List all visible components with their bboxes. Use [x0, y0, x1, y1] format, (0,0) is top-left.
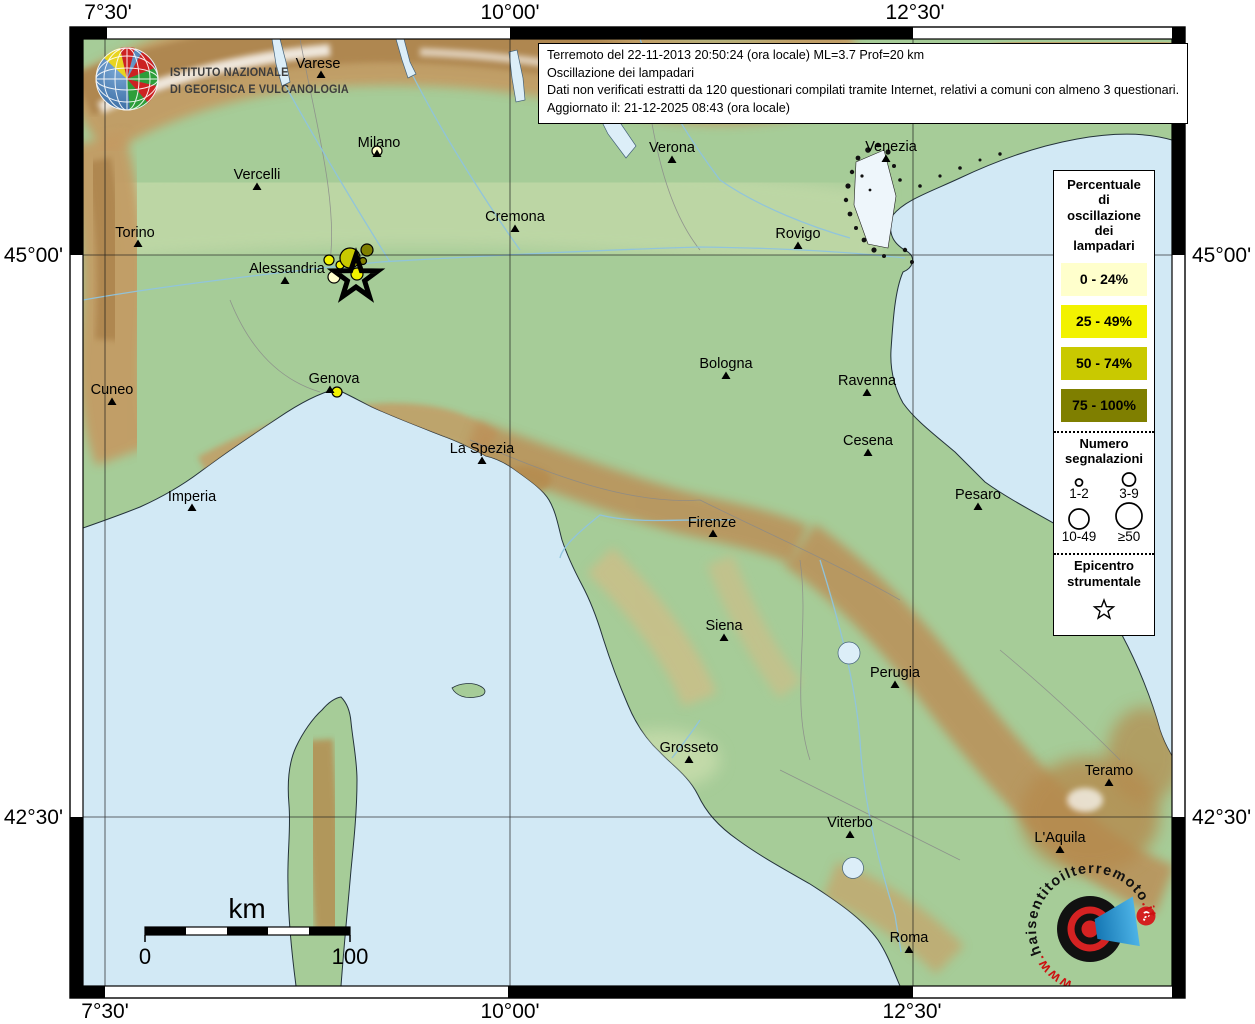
scale-end: 100 [332, 944, 369, 969]
city-label-viterbo: Viterbo [827, 815, 873, 831]
legend-signal-≥50: ≥50 [1104, 501, 1154, 544]
lat-label-left-1: 45°00' [0, 244, 63, 268]
city-label-genova: Genova [309, 371, 361, 387]
lon-label-top-3: 12°30' [860, 1, 970, 25]
lat-label-left-2: 42°30' [0, 806, 63, 830]
city-label-laquila: L'Aquila [1034, 830, 1086, 846]
scale-start: 0 [139, 944, 151, 969]
event-info-box: Terremoto del 22-11-2013 20:50:24 (ora l… [538, 43, 1188, 124]
signal-label: 1-2 [1054, 486, 1104, 501]
city-label-verona: Verona [649, 140, 696, 156]
city-label-bologna: Bologna [699, 356, 753, 372]
signal-label: 3-9 [1104, 486, 1154, 501]
signal-circle-icon [1109, 501, 1149, 531]
legend-divider-1 [1054, 431, 1154, 433]
legend-class-swatch-0: 0 - 24% [1061, 263, 1147, 296]
city-label-laspezia: La Spezia [450, 441, 515, 457]
map-content: VareseMilanoVeronaVeneziaVercelliCremona… [83, 39, 1183, 993]
event-info-line-1: Terremoto del 22-11-2013 20:50:24 (ora l… [547, 47, 1179, 65]
lon-label-bottom-3: 12°30' [857, 1000, 967, 1024]
city-label-teramo: Teramo [1085, 763, 1133, 779]
city-label-cremona: Cremona [485, 209, 546, 225]
observation-circle [361, 244, 373, 256]
lat-label-right-1: 45°00' [1192, 244, 1251, 268]
city-label-siena: Siena [705, 618, 743, 634]
legend-signals: 1-23-9 10-49≥50 [1054, 468, 1154, 544]
ingv-logo-text: ISTITUTO NAZIONALE DI GEOFISICA E VULCAN… [170, 65, 349, 98]
scale-unit: km [228, 893, 265, 924]
legend-signal-3-9: 3-9 [1104, 468, 1154, 501]
city-label-imperia: Imperia [168, 489, 217, 505]
event-info-line-4: Aggiornato il: 21-12-2025 08:43 (ora loc… [547, 100, 1179, 118]
legend-class-swatch-3: 75 - 100% [1061, 389, 1147, 422]
city-label-cesena: Cesena [843, 433, 894, 449]
legend-class-swatch-2: 50 - 74% [1061, 347, 1147, 380]
signal-circle-icon [1059, 501, 1099, 531]
legend-percent-title: Percentuale di oscillazione dei lampadar… [1054, 177, 1154, 254]
signal-circle-icon [1109, 468, 1149, 488]
city-label-rovigo: Rovigo [775, 226, 820, 242]
observation-circle [324, 255, 334, 265]
ingv-text-line-2: DI GEOFISICA E VULCANOLOGIA [170, 82, 349, 99]
city-label-vercelli: Vercelli [234, 167, 281, 183]
legend-signal-10-49: 10-49 [1054, 501, 1104, 544]
city-label-cuneo: Cuneo [91, 382, 134, 398]
city-label-torino: Torino [115, 225, 155, 241]
epicenter-star-icon [1089, 596, 1119, 622]
signal-circle-icon [1059, 468, 1099, 488]
city-label-pesaro: Pesaro [955, 487, 1001, 503]
legend-signals-title: Numero segnalazioni [1054, 436, 1154, 467]
city-label-grosseto: Grosseto [660, 740, 719, 756]
city-label-venezia: Venezia [865, 139, 918, 155]
legend-epicenter-star [1054, 596, 1154, 627]
legend-class-swatch-1: 25 - 49% [1061, 305, 1147, 338]
legend-epicenter-title: Epicentro strumentale [1054, 558, 1154, 589]
earthquake-map-page: VareseMilanoVeronaVeneziaVercelliCremona… [0, 0, 1255, 1024]
signal-label: ≥50 [1104, 529, 1154, 544]
city-label-ravenna: Ravenna [838, 373, 897, 389]
legend-classes: 0 - 24% 25 - 49% 50 - 74% 75 - 100% [1054, 263, 1154, 422]
lon-label-bottom-1: 7°30' [50, 1000, 160, 1024]
lon-label-top-2: 10°00' [455, 1, 565, 25]
ingv-globe-icon [96, 47, 158, 110]
city-label-milano: Milano [358, 135, 401, 151]
city-label-alessandria: Alessandria [249, 261, 326, 277]
lat-label-right-2: 42°30' [1192, 806, 1251, 830]
legend-signal-1-2: 1-2 [1054, 468, 1104, 501]
event-info-line-2: Oscillazione dei lampadari [547, 65, 1179, 83]
signal-label: 10-49 [1054, 529, 1104, 544]
legend-divider-2 [1054, 553, 1154, 555]
lon-label-bottom-2: 10°00' [455, 1000, 565, 1024]
city-label-roma: Roma [890, 930, 930, 946]
city-label-firenze: Firenze [688, 515, 736, 531]
legend: Percentuale di oscillazione dei lampadar… [1053, 170, 1155, 636]
city-label-perugia: Perugia [870, 665, 921, 681]
event-info-line-3: Dati non verificati estratti da 120 ques… [547, 82, 1179, 100]
lon-label-top-1: 7°30' [53, 1, 163, 25]
ingv-text-line-1: ISTITUTO NAZIONALE [170, 65, 349, 82]
